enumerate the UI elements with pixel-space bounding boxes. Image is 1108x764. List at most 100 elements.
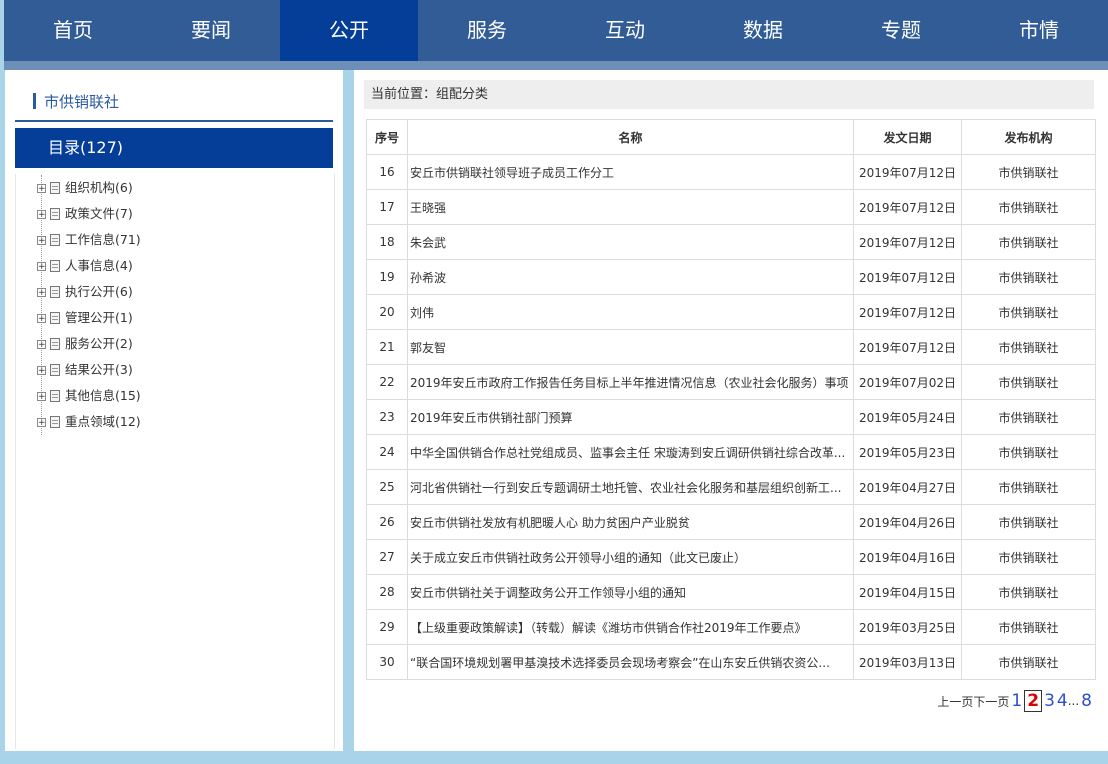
category-tree: + 组织机构(6) + 政策文件(7) + 工作信息(71) + 人事信息(4) + 执行公开(6… (37, 175, 322, 435)
tree-item[interactable]: + 工作信息(71) (37, 227, 322, 253)
cell-name[interactable]: 安丘市供销社关于调整政务公开工作领导小组的通知 (407, 574, 854, 610)
document-icon (50, 234, 60, 246)
table-row: 24 中华全国供销合作总社党组成员、监事会主任 宋璇涛到安丘调研供销社综合改革..… (366, 434, 1096, 470)
tree-item[interactable]: + 组织机构(6) (37, 175, 322, 201)
cell-name[interactable]: 中华全国供销合作总社党组成员、监事会主任 宋璇涛到安丘调研供销社综合改革... (407, 434, 854, 470)
document-icon (50, 260, 60, 272)
tree-item-label: 重点领域(12) (65, 414, 141, 429)
expand-icon[interactable]: + (37, 365, 46, 375)
cell-org: 市供销联社 (961, 609, 1096, 645)
cell-name[interactable]: 安丘市供销社发放有机肥暖人心 助力贫困户产业脱贫 (407, 504, 854, 540)
table-row: 26 安丘市供销社发放有机肥暖人心 助力贫困户产业脱贫 2019年04月26日 市供销… (366, 504, 1096, 540)
document-icon (50, 338, 60, 350)
cell-num: 22 (366, 364, 408, 400)
table-header-row: 序号 名称 发文日期 发布机构 (366, 119, 1096, 155)
cell-date: 2019年04月16日 (853, 539, 962, 575)
cell-org: 市供销联社 (961, 154, 1096, 190)
nav-item-6[interactable]: 专题 (832, 0, 970, 61)
cell-date: 2019年07月12日 (853, 189, 962, 225)
document-icon (50, 182, 60, 194)
sidebar-header: 市供销联社 (15, 84, 333, 122)
table-row: 20 刘伟 2019年07月12日 市供销联社 (366, 294, 1096, 330)
expand-icon[interactable]: + (37, 287, 46, 297)
expand-icon[interactable]: + (37, 417, 46, 427)
cell-org: 市供销联社 (961, 469, 1096, 505)
table-row: 18 朱会武 2019年07月12日 市供销联社 (366, 224, 1096, 260)
cell-name[interactable]: “联合国环境规划署甲基溴技术选择委员会现场考察会”在山东安丘供销农资公... (407, 644, 854, 680)
cell-name[interactable]: 孙希波 (407, 259, 854, 295)
page-link[interactable]: 2 (1024, 690, 1043, 712)
tree-item-label: 政策文件(7) (65, 206, 133, 221)
cell-num: 29 (366, 609, 408, 645)
cell-date: 2019年05月23日 (853, 434, 962, 470)
next-page-link[interactable]: 下一页 (973, 693, 1009, 710)
tree-item[interactable]: + 服务公开(2) (37, 331, 322, 357)
tree-item[interactable]: + 人事信息(4) (37, 253, 322, 279)
main-content: 当前位置：组配分类 序号 名称 发文日期 发布机构 16 安丘市供销联社领导班子成… (354, 70, 1108, 751)
cell-org: 市供销联社 (961, 399, 1096, 435)
expand-icon[interactable]: + (37, 235, 46, 245)
page-link[interactable]: 3 (1044, 691, 1055, 711)
tree-item-label: 执行公开(6) (65, 284, 133, 299)
cell-org: 市供销联社 (961, 504, 1096, 540)
table-row: 27 关于成立安丘市供销社政务公开领导小组的通知（此文已废止） 2019年04月16… (366, 539, 1096, 575)
cell-org: 市供销联社 (961, 224, 1096, 260)
document-icon (50, 208, 60, 220)
tree-item[interactable]: + 政策文件(7) (37, 201, 322, 227)
table-row: 17 王晓强 2019年07月12日 市供销联社 (366, 189, 1096, 225)
nav-item-1[interactable]: 要闻 (142, 0, 280, 61)
last-page-link[interactable]: 8 (1081, 691, 1092, 711)
cell-name[interactable]: 王晓强 (407, 189, 854, 225)
nav-item-0[interactable]: 首页 (4, 0, 142, 61)
cell-num: 27 (366, 539, 408, 575)
cell-date: 2019年04月27日 (853, 469, 962, 505)
nav-item-7[interactable]: 市情 (970, 0, 1108, 61)
cell-name[interactable]: 安丘市供销联社领导班子成员工作分工 (407, 154, 854, 190)
nav-item-4[interactable]: 互动 (556, 0, 694, 61)
cell-name[interactable]: 河北省供销社一行到安丘专题调研土地托管、农业社会化服务和基层组织创新工... (407, 469, 854, 505)
tree-item[interactable]: + 其他信息(15) (37, 383, 322, 409)
table-row: 30 “联合国环境规划署甲基溴技术选择委员会现场考察会”在山东安丘供销农资公...… (366, 644, 1096, 680)
cell-org: 市供销联社 (961, 644, 1096, 680)
document-icon (50, 416, 60, 428)
tree-item[interactable]: + 管理公开(1) (37, 305, 322, 331)
cell-name[interactable]: 朱会武 (407, 224, 854, 260)
cell-name[interactable]: 关于成立安丘市供销社政务公开领导小组的通知（此文已废止） (407, 539, 854, 575)
nav-item-5[interactable]: 数据 (694, 0, 832, 61)
cell-num: 23 (366, 399, 408, 435)
expand-icon[interactable]: + (37, 183, 46, 193)
cell-org: 市供销联社 (961, 574, 1096, 610)
cell-name[interactable]: 2019年安丘市政府工作报告任务目标上半年推进情况信息（农业社会化服务）事项 (407, 364, 854, 400)
cell-date: 2019年07月12日 (853, 259, 962, 295)
document-icon (50, 390, 60, 402)
page-link[interactable]: 4 (1057, 691, 1068, 711)
cell-num: 19 (366, 259, 408, 295)
cell-name[interactable]: 2019年安丘市供销社部门预算 (407, 399, 854, 435)
table-row: 21 郭友智 2019年07月12日 市供销联社 (366, 329, 1096, 365)
cell-name[interactable]: 【上级重要政策解读】（转载）解读《潍坊市供销合作社2019年工作要点》 (407, 609, 854, 645)
tree-item[interactable]: + 执行公开(6) (37, 279, 322, 305)
directory-button[interactable]: 目录(127) (15, 128, 333, 168)
expand-icon[interactable]: + (37, 313, 46, 323)
cell-date: 2019年04月15日 (853, 574, 962, 610)
sidebar-title: 市供销联社 (44, 93, 120, 111)
cell-num: 16 (366, 154, 408, 190)
expand-icon[interactable]: + (37, 391, 46, 401)
tree-item-label: 结果公开(3) (65, 362, 133, 377)
prev-page-link[interactable]: 上一页 (937, 693, 973, 710)
tree-item[interactable]: + 重点领域(12) (37, 409, 322, 435)
tree-item[interactable]: + 结果公开(3) (37, 357, 322, 383)
cell-num: 21 (366, 329, 408, 365)
header-name: 名称 (407, 119, 854, 155)
nav-item-2[interactable]: 公开 (280, 0, 418, 61)
cell-name[interactable]: 刘伟 (407, 294, 854, 330)
cell-name[interactable]: 郭友智 (407, 329, 854, 365)
expand-icon[interactable]: + (37, 209, 46, 219)
page-link[interactable]: 1 (1011, 691, 1022, 711)
cell-org: 市供销联社 (961, 539, 1096, 575)
nav-item-3[interactable]: 服务 (418, 0, 556, 61)
document-icon (50, 364, 60, 376)
expand-icon[interactable]: + (37, 339, 46, 349)
expand-icon[interactable]: + (37, 261, 46, 271)
cell-org: 市供销联社 (961, 259, 1096, 295)
